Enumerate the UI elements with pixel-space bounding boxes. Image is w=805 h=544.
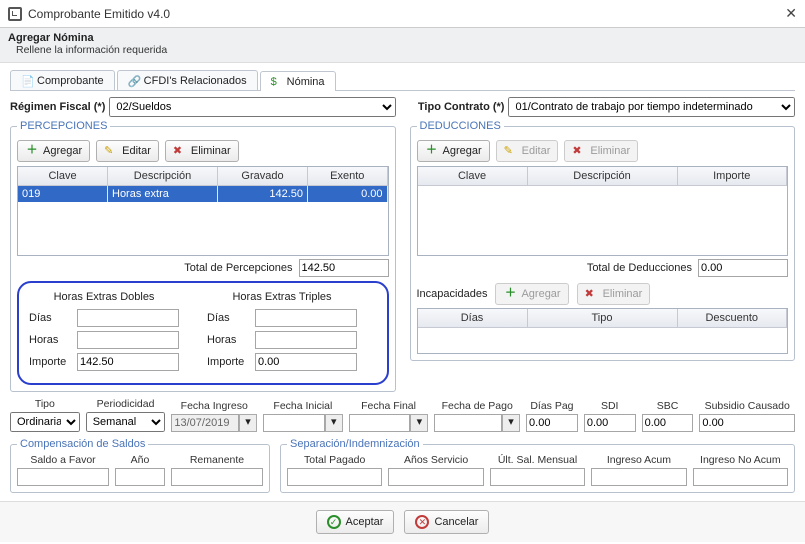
money-icon: $ [271,76,283,88]
subsidio-causado[interactable] [699,414,795,432]
datepicker-icon[interactable]: ▾ [502,414,520,432]
ingreso-no-acum[interactable] [693,468,788,486]
incap-del-button: ✖Eliminar [577,283,651,305]
sbc-input[interactable] [642,414,694,432]
plus-icon: ＋ [25,144,39,158]
he-d-importe[interactable] [77,353,179,371]
fecha-inicial[interactable] [263,414,325,432]
percepciones-legend: PERCEPCIONES [17,120,110,132]
link-icon: 🔗 [128,75,140,87]
incap-add-button: ＋Agregar [495,283,568,305]
percep-edit-button[interactable]: ✎Editar [96,140,159,162]
plus-icon: ＋ [425,144,439,158]
col-tipo: Tipo [528,309,678,327]
percep-row[interactable]: 019 Horas extra 142.50 0.00 [18,186,388,202]
dias-pag[interactable] [526,414,578,432]
percep-del-button[interactable]: ✖Eliminar [165,140,239,162]
tab-comprobante[interactable]: 📄Comprobante [10,70,115,90]
periodicidad-select[interactable]: Semanal [86,412,166,432]
tipo-select[interactable]: Ordinaria [10,412,80,432]
edit-icon: ✎ [104,144,118,158]
he-t-importe[interactable] [255,353,357,371]
remanente[interactable] [171,468,263,486]
title-bar: Comprobante Emitido v4.0 ✕ [0,0,805,28]
col-clave: Clave [418,167,528,185]
percep-grid[interactable]: Clave Descripción Gravado Exento 019 Hor… [17,166,389,256]
cancel-button[interactable]: ✕Cancelar [404,510,489,534]
percep-total-value [299,259,389,277]
tab-nomina[interactable]: $Nómina [260,71,336,91]
he-dobles-title: Horas Extras Dobles [29,291,179,303]
separacion-fieldset: Separación/Indemnización Total Pagado Añ… [280,438,795,493]
deducciones-fieldset: DEDUCCIONES ＋Agregar ✎Editar ✖Eliminar C… [410,120,796,361]
ult-sal-mensual[interactable] [490,468,585,486]
edit-icon: ✎ [504,144,518,158]
col-imp: Importe [678,167,788,185]
datepicker-icon[interactable]: ▾ [410,414,428,432]
fecha-final[interactable] [349,414,411,432]
tab-cfdis[interactable]: 🔗CFDI's Relacionados [117,70,258,90]
cancel-icon: ✕ [415,515,429,529]
subheader-title: Agregar Nómina [8,32,797,44]
total-pagado[interactable] [287,468,382,486]
datepicker-icon[interactable]: ▾ [325,414,343,432]
col-dias: Días [418,309,528,327]
col-desc: Descripción [108,167,218,185]
col-grav: Gravado [218,167,308,185]
sdi-input[interactable] [584,414,636,432]
he-d-horas[interactable] [77,331,179,349]
tipocontrato-select[interactable]: 01/Contrato de trabajo por tiempo indete… [508,97,795,117]
plus-icon: ＋ [503,287,517,301]
percep-total-label: Total de Percepciones [184,262,292,274]
deduc-grid[interactable]: Clave Descripción Importe [417,166,789,256]
ingreso-acum[interactable] [591,468,686,486]
deduc-del-button: ✖Eliminar [564,140,638,162]
regimen-select[interactable]: 02/Sueldos [109,97,396,117]
document-icon: 📄 [21,75,33,87]
he-d-dias[interactable] [77,309,179,327]
col-desc: Descripción [528,167,678,185]
col-desc: Descuento [678,309,788,327]
datepicker-icon[interactable]: ▾ [239,414,257,432]
incap-label: Incapacidades [417,288,488,300]
regimen-label: Régimen Fiscal (*) [10,101,105,113]
fecha-pago[interactable] [434,414,502,432]
subheader: Agregar Nómina Rellene la información re… [0,28,805,63]
window-title: Comprobante Emitido v4.0 [28,7,170,21]
deduc-add-button[interactable]: ＋Agregar [417,140,490,162]
accept-button[interactable]: ✓Aceptar [316,510,395,534]
incap-grid[interactable]: Días Tipo Descuento [417,308,789,354]
percep-add-button[interactable]: ＋Agregar [17,140,90,162]
deducciones-legend: DEDUCCIONES [417,120,504,132]
deduc-total-value [698,259,788,277]
dialog-footer: ✓Aceptar ✕Cancelar [0,501,805,542]
horas-extra-box: Horas Extras Dobles Días Horas Importe H… [17,281,389,385]
delete-icon: ✖ [585,287,599,301]
app-icon [8,7,22,21]
anios-servicio[interactable] [388,468,483,486]
delete-icon: ✖ [572,144,586,158]
col-ex: Exento [308,167,388,185]
fecha-ingreso [171,414,239,432]
deduc-edit-button: ✎Editar [496,140,559,162]
percepciones-fieldset: PERCEPCIONES ＋Agregar ✎Editar ✖Eliminar … [10,120,396,392]
deduc-total-label: Total de Deducciones [587,262,692,274]
subheader-desc: Rellene la información requerida [16,44,797,56]
col-clave: Clave [18,167,108,185]
bottom-fields: TipoOrdinaria PeriodicidadSemanal Fecha … [10,398,795,432]
tabstrip: 📄Comprobante 🔗CFDI's Relacionados $Nómin… [10,69,795,91]
anio[interactable] [115,468,165,486]
tipocontrato-label: Tipo Contrato (*) [418,101,505,113]
close-icon[interactable]: ✕ [785,5,797,22]
saldo-favor[interactable] [17,468,109,486]
delete-icon: ✖ [173,144,187,158]
compensacion-fieldset: Compensación de Saldos Saldo a Favor Año… [10,438,270,493]
he-triples-title: Horas Extras Triples [207,291,357,303]
he-t-horas[interactable] [255,331,357,349]
check-icon: ✓ [327,515,341,529]
he-t-dias[interactable] [255,309,357,327]
